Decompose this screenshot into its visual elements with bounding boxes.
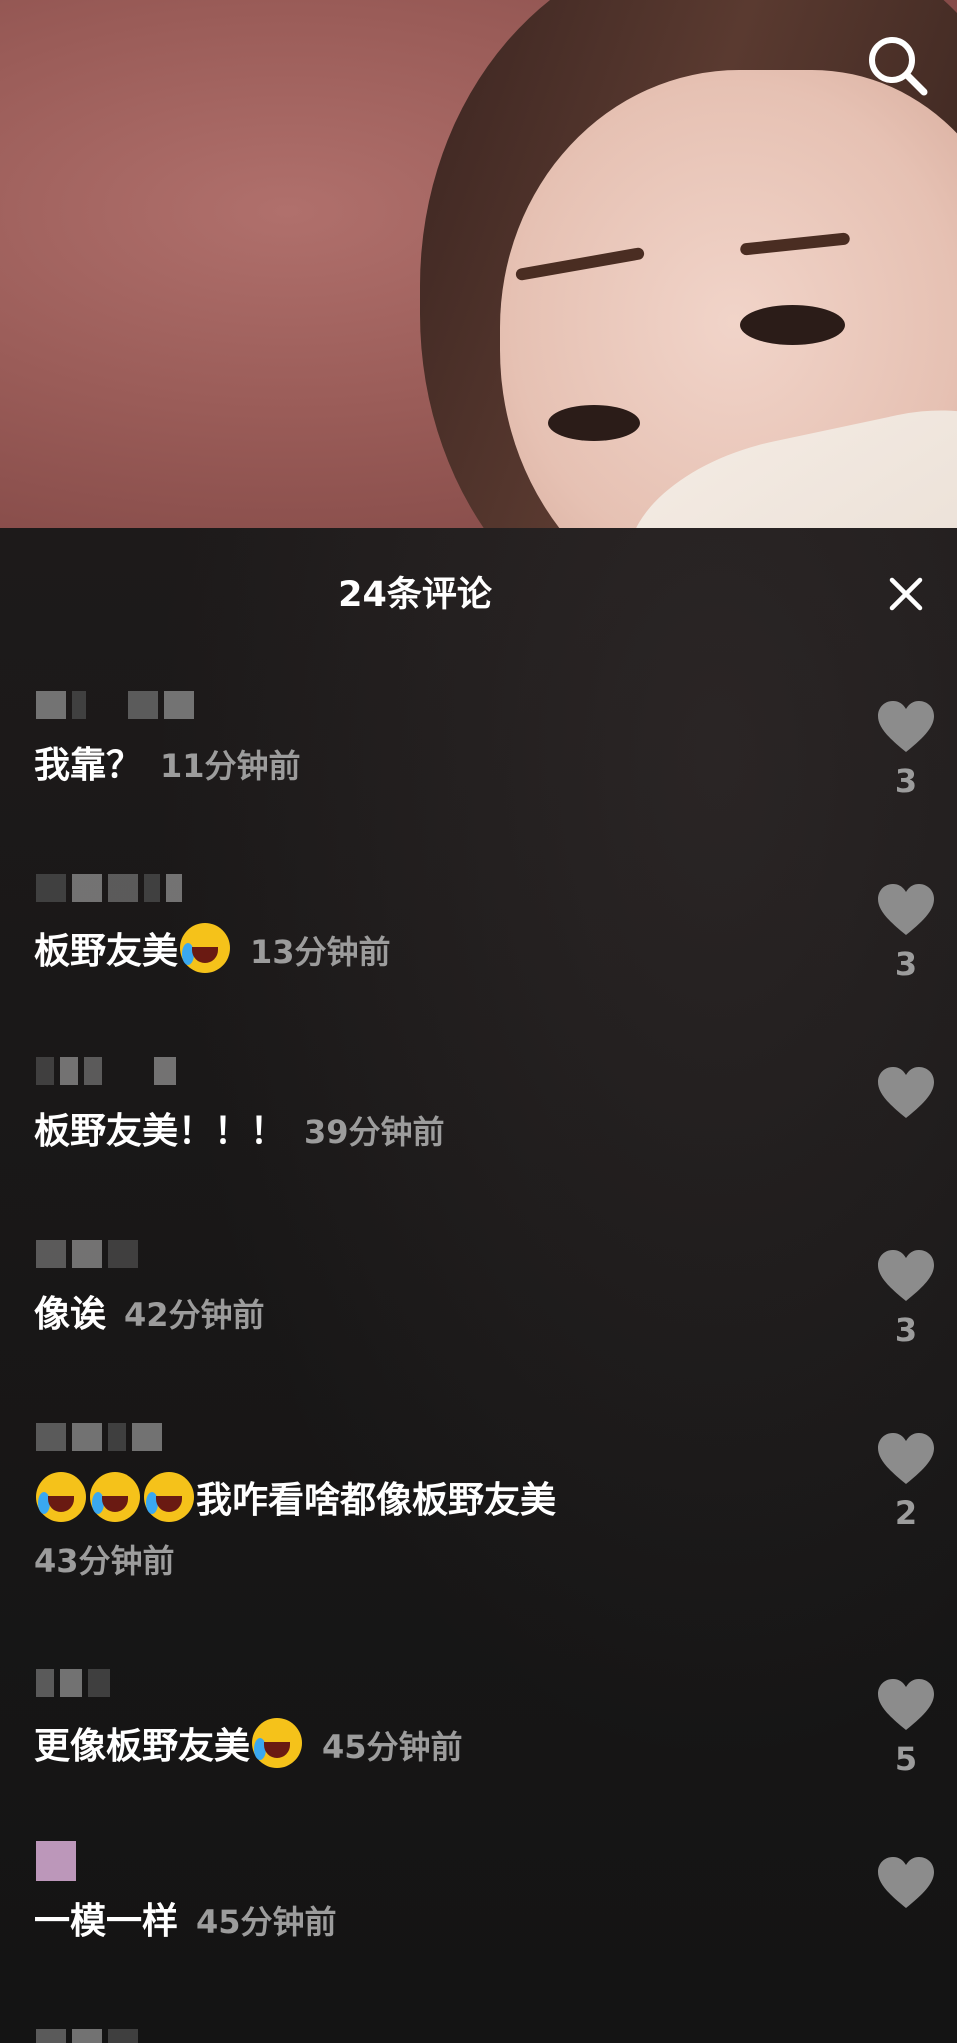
like-button[interactable]: 3: [866, 1249, 946, 1349]
close-icon: [889, 577, 923, 611]
video-background[interactable]: [0, 0, 957, 528]
comment-text: 一模一样 45分钟前: [34, 1896, 854, 1948]
like-button[interactable]: [866, 1856, 946, 1918]
comment-time: 45分钟前: [322, 1728, 463, 1766]
laughing-emoji-icon: [252, 1718, 303, 1768]
comment-item[interactable]: 我咋看啥都像板野友美 43分钟前 2: [0, 1422, 957, 1622]
search-icon: [869, 37, 928, 96]
video-eye-right: [740, 305, 845, 345]
comment-username-blurred[interactable]: [36, 1239, 138, 1269]
comment-username-blurred[interactable]: [36, 873, 182, 903]
comment-text: 板野友美！！！ 39分钟前: [34, 1106, 854, 1158]
like-button[interactable]: [866, 1066, 946, 1128]
comment-text: 像诶 42分钟前: [34, 1289, 854, 1341]
comment-item[interactable]: 一模一样 45分钟前: [0, 1841, 957, 1996]
like-count: 3: [894, 945, 918, 983]
like-count: 3: [894, 1311, 918, 1349]
comment-item[interactable]: 像诶 42分钟前 3: [0, 1239, 957, 1389]
comment-time: 11分钟前: [160, 747, 301, 785]
comment-content: 板野友美！！！: [34, 1111, 287, 1152]
comment-item[interactable]: 我靠？ 11分钟前 3: [0, 690, 957, 840]
comment-time: 13分钟前: [250, 933, 391, 971]
comment-text: 我咋看啥都像板野友美 43分钟前: [34, 1472, 854, 1587]
comment-content: 更像板野友美: [34, 1726, 251, 1767]
comment-username-blurred[interactable]: [36, 1056, 176, 1086]
comment-username-blurred[interactable]: [36, 690, 194, 720]
laughing-emoji-icon: [90, 1472, 140, 1522]
comment-username-blurred[interactable]: [36, 1668, 110, 1698]
like-button[interactable]: 2: [866, 1432, 946, 1532]
comment-time: 39分钟前: [304, 1113, 445, 1151]
comment-panel: 24条评论 我靠？ 11分钟前 3 板野友美 13分钟前 3 板野友美！！！ 3…: [0, 528, 957, 2043]
comment-content: 我咋看啥都像板野友美: [196, 1480, 557, 1521]
comment-content: 我靠？: [34, 745, 143, 786]
search-button[interactable]: [862, 30, 932, 100]
like-button[interactable]: 3: [866, 700, 946, 800]
comment-content: 一模一样: [34, 1901, 179, 1942]
heart-icon: [878, 1433, 934, 1484]
comment-username-blurred[interactable]: [36, 1422, 162, 1452]
heart-icon: [878, 1067, 934, 1118]
like-count: 2: [894, 1494, 918, 1532]
comment-item[interactable]: [0, 2028, 957, 2043]
heart-icon: [878, 1857, 934, 1908]
comment-content: 板野友美: [34, 931, 179, 972]
comment-panel-header: 24条评论: [0, 528, 957, 648]
like-count: 5: [894, 1740, 918, 1778]
heart-icon: [878, 884, 934, 935]
comment-text: 板野友美 13分钟前: [34, 923, 854, 978]
heart-icon: [878, 1679, 934, 1730]
comment-item[interactable]: 更像板野友美 45分钟前 5: [0, 1668, 957, 1818]
comment-content: 像诶: [34, 1294, 107, 1335]
heart-icon: [878, 1250, 934, 1301]
like-button[interactable]: 3: [866, 883, 946, 983]
video-eye-left: [548, 405, 640, 441]
comment-username-blurred[interactable]: [36, 1841, 76, 1881]
comment-text: 更像板野友美 45分钟前: [34, 1718, 854, 1773]
like-button[interactable]: 5: [866, 1678, 946, 1778]
comment-text: 我靠？ 11分钟前: [34, 740, 854, 792]
comment-time: 43分钟前: [34, 1542, 175, 1580]
laughing-emoji-icon: [144, 1472, 194, 1522]
close-button[interactable]: [878, 566, 934, 622]
comment-item[interactable]: 板野友美 13分钟前 3: [0, 873, 957, 1023]
like-count: 3: [894, 762, 918, 800]
comment-time: 45分钟前: [196, 1903, 337, 1941]
comment-time: 42分钟前: [124, 1296, 265, 1334]
laughing-emoji-icon: [180, 923, 231, 973]
laughing-emoji-icon: [36, 1472, 86, 1522]
comment-item[interactable]: 板野友美！！！ 39分钟前: [0, 1056, 957, 1206]
comment-username-blurred[interactable]: [36, 2028, 138, 2043]
heart-icon: [878, 701, 934, 752]
comment-count-title: 24条评论: [338, 575, 492, 615]
